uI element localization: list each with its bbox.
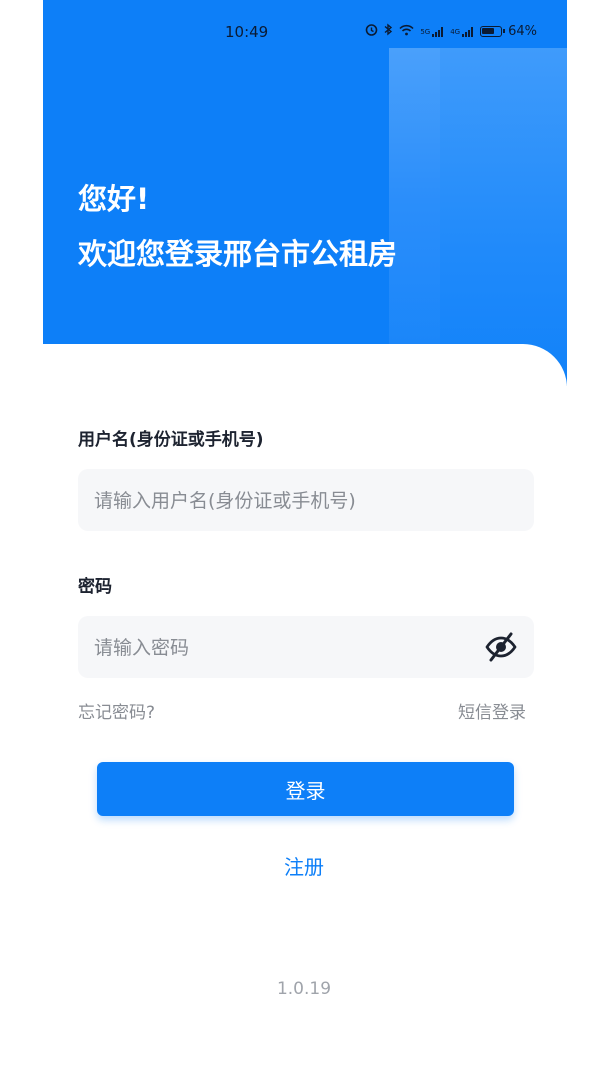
signal-icon bbox=[462, 26, 474, 37]
status-icons: 5G 4G 64% bbox=[365, 23, 537, 40]
forgot-password-link[interactable]: 忘记密码? bbox=[78, 698, 155, 723]
app-version: 1.0.19 bbox=[276, 979, 332, 999]
sms-login-link[interactable]: 短信登录 bbox=[458, 698, 526, 723]
welcome-title: 欢迎您登录邢台市公租房 bbox=[78, 237, 398, 271]
banner-decoration bbox=[440, 48, 567, 386]
register-link[interactable]: 注册 bbox=[0, 851, 608, 880]
greeting-title: 您好! bbox=[78, 182, 150, 216]
login-button[interactable]: 登录 bbox=[97, 762, 514, 816]
alarm-icon bbox=[365, 23, 378, 40]
status-bar: 10:49 5G 4G 64% bbox=[43, 14, 567, 50]
username-field[interactable] bbox=[78, 469, 534, 533]
wifi-icon bbox=[399, 24, 414, 40]
status-time: 10:49 bbox=[225, 23, 269, 41]
battery-icon bbox=[480, 26, 506, 37]
network-type-1: 5G bbox=[420, 27, 431, 36]
bluetooth-icon bbox=[384, 23, 393, 40]
username-input[interactable] bbox=[92, 469, 476, 533]
password-label: 密码 bbox=[78, 577, 112, 597]
username-label: 用户名(身份证或手机号) bbox=[78, 430, 264, 450]
network-type-2: 4G bbox=[450, 27, 461, 36]
battery-percent: 64% bbox=[508, 24, 537, 39]
eye-off-icon[interactable] bbox=[484, 630, 518, 664]
password-input[interactable] bbox=[92, 616, 476, 680]
signal-icon bbox=[432, 26, 444, 37]
password-field[interactable] bbox=[78, 616, 534, 680]
